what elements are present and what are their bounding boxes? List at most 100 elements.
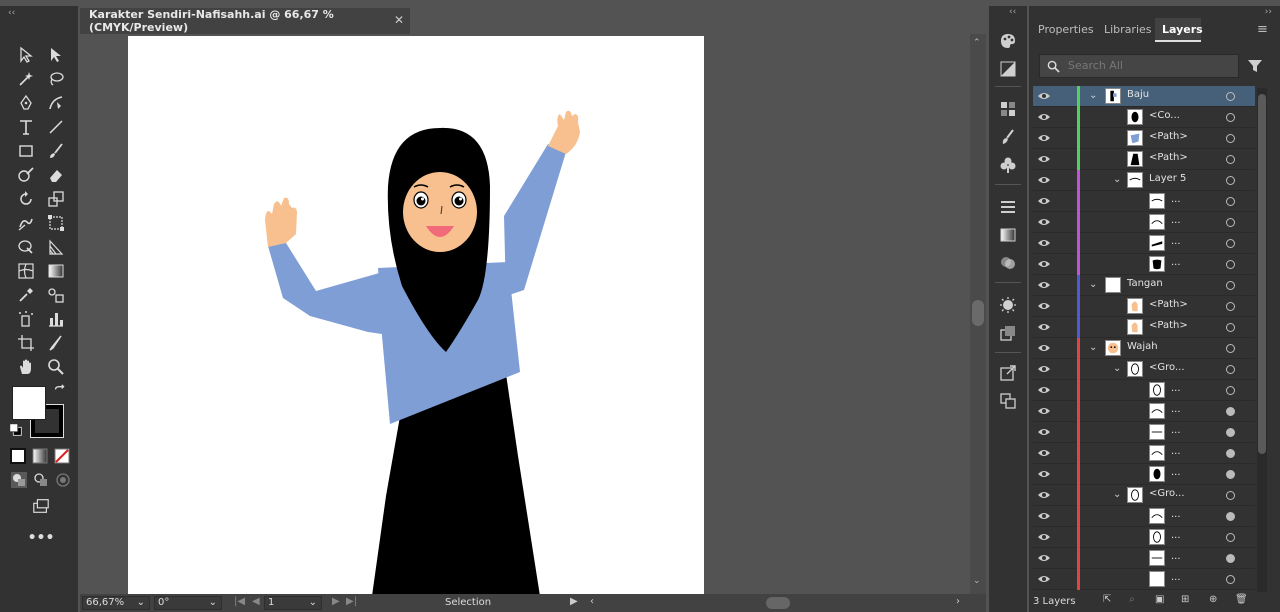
scale-tool-icon[interactable] [44, 188, 68, 210]
layer-name[interactable]: ... [1171, 572, 1181, 583]
visibility-eye-icon[interactable] [1037, 574, 1051, 584]
layer-name[interactable]: Layer 5 [1149, 173, 1186, 184]
layer-name[interactable]: <Path> [1149, 131, 1188, 142]
artboard[interactable] [128, 36, 704, 594]
target-circle-icon[interactable] [1226, 281, 1235, 290]
target-circle-icon[interactable] [1226, 218, 1235, 227]
layer-name[interactable]: ... [1171, 236, 1181, 247]
target-circle-icon[interactable] [1226, 113, 1235, 122]
transparency-icon[interactable] [999, 254, 1017, 272]
blend-tool-icon[interactable] [44, 284, 68, 306]
artboard-dropdown-icon[interactable]: ⌄ [309, 597, 317, 609]
previous-artboard-icon[interactable]: ◀ [252, 596, 260, 607]
target-circle-icon[interactable] [1226, 344, 1235, 353]
visibility-eye-icon[interactable] [1037, 217, 1051, 227]
target-circle-icon[interactable] [1226, 449, 1235, 458]
target-circle-icon[interactable] [1226, 512, 1235, 521]
visibility-eye-icon[interactable] [1037, 469, 1051, 479]
selection-tool-icon[interactable] [14, 44, 38, 66]
dock-collapse-icon[interactable]: ‹‹ [1009, 7, 1016, 17]
eraser-tool-icon[interactable] [44, 164, 68, 186]
type-tool-icon[interactable] [14, 116, 38, 138]
sublayer-row[interactable]: ... [1033, 212, 1255, 233]
target-circle-icon[interactable] [1226, 407, 1235, 416]
magic-wand-tool-icon[interactable] [14, 68, 38, 90]
locate-object-icon[interactable]: ⌕ [1129, 594, 1135, 605]
curvature-tool-icon[interactable] [44, 92, 68, 114]
layer-name[interactable]: ... [1171, 551, 1181, 562]
layer-name[interactable]: ... [1171, 446, 1181, 457]
none-mode-icon[interactable] [52, 446, 72, 466]
panel-menu-icon[interactable]: ≡ [1257, 22, 1268, 37]
visibility-eye-icon[interactable] [1037, 259, 1051, 269]
visibility-eye-icon[interactable] [1037, 112, 1051, 122]
mesh-tool-icon[interactable] [14, 260, 38, 282]
sublayer-row[interactable]: ... [1033, 233, 1255, 254]
expand-chevron-icon[interactable]: ⌄ [1089, 342, 1097, 353]
perspective-grid-tool-icon[interactable] [44, 236, 68, 258]
slice-tool-icon[interactable] [44, 332, 68, 354]
target-circle-icon[interactable] [1226, 323, 1235, 332]
target-circle-icon[interactable] [1226, 575, 1235, 584]
sublayer-row[interactable]: ... [1033, 191, 1255, 212]
visibility-eye-icon[interactable] [1037, 385, 1051, 395]
expand-chevron-icon[interactable]: ⌄ [1089, 279, 1097, 290]
document-tab[interactable]: Karakter Sendiri-Nafisahh.ai @ 66,67 % (… [80, 8, 410, 34]
direct-selection-tool-icon[interactable] [44, 44, 68, 66]
sublayer-row[interactable]: ⌄ <Gro... [1033, 485, 1255, 506]
sublayer-row[interactable]: ... [1033, 422, 1255, 443]
last-artboard-icon[interactable]: ▶| [346, 596, 357, 607]
layer-name[interactable]: <Path> [1149, 299, 1188, 310]
scroll-up-icon[interactable]: ⌃ [973, 38, 981, 48]
status-menu-icon[interactable]: ▶ [570, 596, 578, 607]
visibility-eye-icon[interactable] [1037, 301, 1051, 311]
sublayer-row[interactable]: <Path> [1033, 296, 1255, 317]
brushes-icon[interactable] [999, 128, 1017, 146]
gradient-panel-icon[interactable] [999, 226, 1017, 244]
sublayer-row[interactable]: <Path> [1033, 317, 1255, 338]
layer-name[interactable]: <Gro... [1149, 488, 1185, 499]
draw-normal-icon[interactable] [8, 470, 30, 490]
eyedropper-tool-icon[interactable] [14, 284, 38, 306]
target-circle-icon[interactable] [1226, 155, 1235, 164]
layer-name[interactable]: <Gro... [1149, 362, 1185, 373]
target-circle-icon[interactable] [1226, 134, 1235, 143]
rotation-field[interactable]: 0° ⌄ [154, 596, 222, 610]
filter-icon[interactable] [1247, 58, 1263, 74]
layer-name[interactable]: ... [1171, 404, 1181, 415]
target-circle-icon[interactable] [1226, 92, 1235, 101]
export-for-screens-icon[interactable]: ⇱ [1103, 594, 1111, 605]
expand-chevron-icon[interactable]: ⌄ [1113, 363, 1121, 374]
first-artboard-icon[interactable]: |◀ [234, 596, 245, 607]
scroll-right-icon[interactable]: › [956, 596, 960, 607]
target-circle-icon[interactable] [1226, 470, 1235, 479]
target-circle-icon[interactable] [1226, 428, 1235, 437]
sublayer-row[interactable]: ... [1033, 464, 1255, 485]
make-clipping-mask-icon[interactable]: ▣ [1155, 594, 1164, 605]
visibility-eye-icon[interactable] [1037, 490, 1051, 500]
visibility-eye-icon[interactable] [1037, 511, 1051, 521]
layer-name[interactable]: ... [1171, 509, 1181, 520]
target-circle-icon[interactable] [1226, 197, 1235, 206]
tab-properties[interactable]: Properties [1031, 18, 1094, 42]
zoom-dropdown-icon[interactable]: ⌄ [137, 597, 145, 609]
canvas[interactable] [80, 34, 970, 594]
sublayer-row[interactable]: ... [1033, 569, 1255, 590]
gradient-tool-icon[interactable] [44, 260, 68, 282]
stroke-panel-icon[interactable] [999, 198, 1017, 216]
visibility-eye-icon[interactable] [1037, 238, 1051, 248]
delete-layer-icon[interactable]: 🗑 [1235, 594, 1248, 605]
layer-name[interactable]: Tangan [1127, 278, 1163, 289]
target-circle-icon[interactable] [1226, 554, 1235, 563]
appearance-icon[interactable] [999, 296, 1017, 314]
default-fill-stroke-icon[interactable] [8, 422, 24, 438]
target-circle-icon[interactable] [1226, 260, 1235, 269]
visibility-eye-icon[interactable] [1037, 364, 1051, 374]
layer-name[interactable]: ... [1171, 194, 1181, 205]
layer-name[interactable]: ... [1171, 530, 1181, 541]
target-circle-icon[interactable] [1226, 365, 1235, 374]
sublayer-row[interactable]: <Path> [1033, 128, 1255, 149]
target-circle-icon[interactable] [1226, 386, 1235, 395]
layers-scrollbar[interactable] [1257, 88, 1267, 593]
panel-collapse-icon[interactable]: ›› [1265, 7, 1272, 17]
